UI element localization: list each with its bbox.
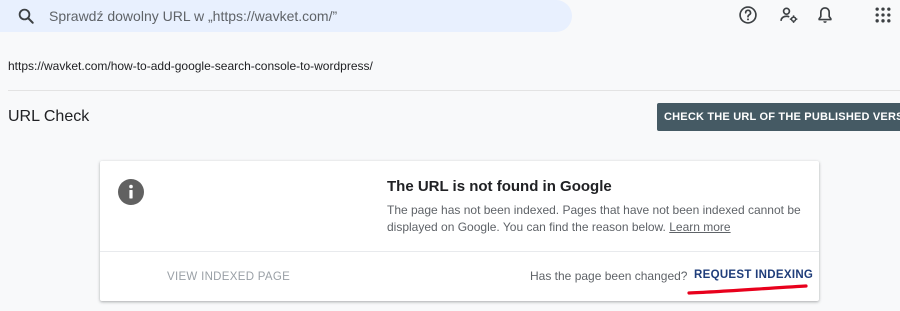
index-status-card: The URL is not found in Google The page …: [100, 161, 819, 301]
annotation-underline: [686, 282, 810, 303]
learn-more-link[interactable]: Learn more: [669, 220, 730, 234]
help-icon[interactable]: [738, 5, 758, 30]
apps-grid-icon[interactable]: [873, 5, 893, 30]
search-bar[interactable]: [0, 0, 572, 32]
status-title: The URL is not found in Google: [387, 178, 612, 195]
view-indexed-page-button[interactable]: VIEW INDEXED PAGE: [167, 271, 290, 283]
manage-users-icon[interactable]: [779, 5, 799, 30]
notifications-bell-icon[interactable]: [815, 5, 835, 30]
page-title: URL Check: [8, 108, 90, 125]
search-icon[interactable]: [17, 7, 35, 30]
info-icon: [118, 179, 144, 210]
status-description: The page has not been indexed. Pages tha…: [387, 202, 807, 236]
inspected-url: https://wavket.com/how-to-add-google-sea…: [8, 59, 373, 73]
divider: [8, 90, 900, 91]
page-changed-question: Has the page been changed?: [530, 269, 688, 283]
card-divider: [100, 251, 819, 252]
check-published-url-button[interactable]: CHECK THE URL OF THE PUBLISHED VERSION: [657, 103, 900, 131]
request-indexing-button[interactable]: REQUEST INDEXING: [694, 269, 813, 281]
search-input[interactable]: [49, 0, 549, 32]
status-description-text: The page has not been indexed. Pages tha…: [387, 203, 801, 234]
